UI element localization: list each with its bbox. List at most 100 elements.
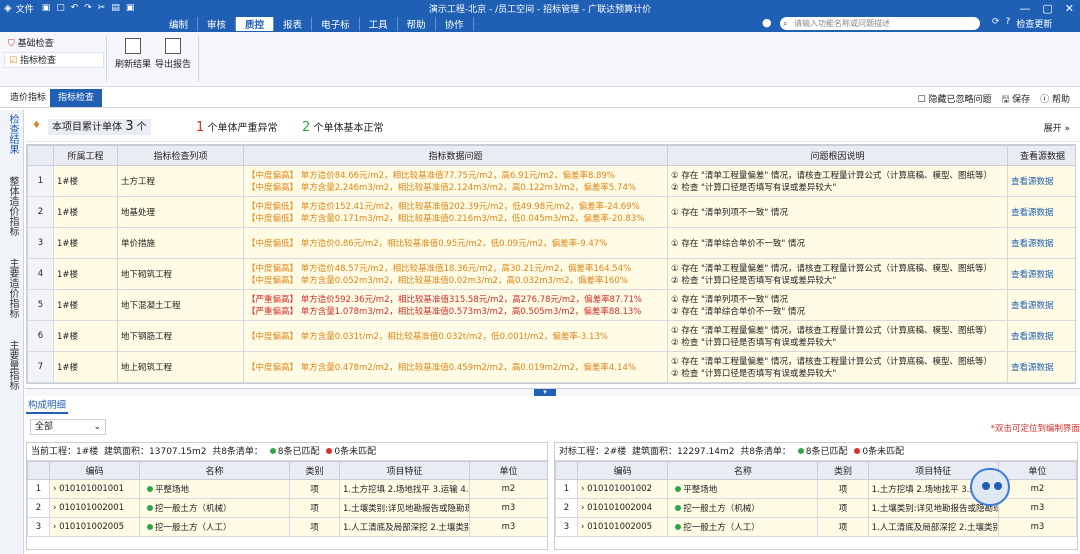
index-check-item[interactable]: ☑ 指标检查	[4, 52, 104, 68]
view-source-link[interactable]: 查看源数据	[1007, 351, 1075, 383]
type-cell: 项	[817, 517, 869, 537]
list-row[interactable]: 2 › 010101002001 挖一般土方（机械） 项 1.土壤类别:详见地勘报告或隐…	[27, 498, 547, 518]
save-button[interactable]: 🖫 保存	[1002, 92, 1031, 108]
menu-bar: 编制 审核 质控 报表 电子标 工具 帮助 协作	[160, 16, 474, 32]
project-cell[interactable]: 1#楼	[53, 258, 118, 290]
tab-bar: 造价指标 指标检查 ☐ 隐藏已忽略问题 🖫 保存 ⓘ 帮助	[0, 88, 1080, 108]
sidebar-item-overall-cost[interactable]: 整体造价指标	[0, 172, 25, 240]
project-cell[interactable]: 1#楼	[53, 227, 118, 259]
col-header-index	[27, 145, 54, 166]
sidebar-item-main-quantity[interactable]: 主要量指标	[0, 336, 25, 394]
window-controls: — ▢ ✕	[1019, 2, 1074, 15]
tab-cost-index[interactable]: 造价指标	[2, 89, 54, 107]
item-cell: 地下混凝土工程	[117, 289, 244, 321]
cause-cell: ① 存在 "清单列项不一致" 情况 ② 存在 "清单综合单价不一致" 情况	[667, 289, 1008, 321]
table-row[interactable]: 1 1#楼 土方工程 【中度偏高】 单方造价84.66元/m2，相比较基准值77.75…	[27, 165, 1075, 197]
matched-dot-icon	[675, 524, 682, 530]
table-row[interactable]: 5 1#楼 地下混凝土工程 【严重偏高】 单方造价592.36元/m2，相比较基准值3…	[27, 289, 1075, 321]
search-input[interactable]: ⌕ 请输入功能名称或问题描述	[780, 17, 980, 30]
assistant-robot-icon[interactable]	[970, 468, 1010, 506]
list-row[interactable]: 3 › 010101002005 挖一般土方（人工） 项 1.人工清底及局部深挖 2.土…	[555, 517, 1077, 537]
filter-select[interactable]: 全部 ⌄	[30, 419, 106, 435]
export-report-button[interactable]: 导出报告	[150, 38, 196, 70]
matched-dot-icon	[147, 524, 153, 530]
cause-line: ② 检查 "计算口径是否填写有误或差异较大"	[671, 338, 837, 348]
table-row[interactable]: 4 1#楼 地下砌筑工程 【中度偏高】 单方造价48.57元/m2，相比较基准值18.…	[27, 258, 1075, 290]
view-source-link[interactable]: 查看源数据	[1007, 196, 1075, 228]
menu-bangzhu[interactable]: 帮助	[398, 17, 436, 31]
view-source-link[interactable]: 查看源数据	[1007, 227, 1075, 259]
menu-dianzibiao[interactable]: 电子标	[312, 17, 360, 31]
type-cell: 项	[289, 517, 340, 537]
menu-gongju[interactable]: 工具	[360, 17, 398, 31]
row-index: 1	[27, 479, 50, 499]
maximize-icon[interactable]: ▢	[1042, 2, 1052, 15]
tab-index-check[interactable]: 指标检查	[50, 89, 103, 107]
col-header-source: 查看源数据	[1007, 145, 1075, 166]
col-header-unit: 单位	[997, 461, 1077, 480]
cause-line: ② 检查 "计算口径是否填写有误或差异较大"	[671, 369, 837, 379]
chevron-down-icon: ⌄	[93, 422, 101, 432]
unmatched-dot-icon	[854, 448, 861, 454]
view-source-link[interactable]: 查看源数据	[1007, 165, 1075, 197]
help-icon[interactable]: ?	[1006, 17, 1011, 30]
menu-baobiao[interactable]: 报表	[274, 17, 313, 31]
view-source-link[interactable]: 查看源数据	[1007, 258, 1075, 290]
list-row[interactable]: 1 › 010101001001 平整场地 项 1.土方挖填 2.场地找平 3.运输 4…	[27, 479, 547, 499]
expand-button[interactable]: 展开 »	[1044, 121, 1070, 134]
collapse-icon[interactable]: ▾	[534, 389, 556, 396]
refresh-icon[interactable]: ⟳	[992, 17, 1000, 30]
name-cell: 平整场地	[667, 479, 819, 499]
project-cell[interactable]: 1#楼	[53, 289, 118, 321]
cell-text: 1	[563, 484, 570, 494]
project-cell[interactable]: 1#楼	[53, 165, 118, 197]
project-cell[interactable]: 1#楼	[53, 196, 118, 228]
sidebar-item-main-cost[interactable]: 主要造价指标	[0, 254, 25, 322]
data-issue-line: 【中度偏高】 单方含量0.478m2/m2，相比较基准值0.459m2/m2，高…	[247, 363, 636, 373]
check-update-button[interactable]: 检查更新	[1016, 17, 1052, 30]
row-index: 2	[555, 498, 579, 518]
col-header-data-issue[interactable]: 指标数据问题	[243, 145, 668, 166]
cell-text: 挖一般土方（机械）	[155, 504, 232, 514]
menu-xiezuo[interactable]: 协作	[436, 17, 474, 31]
user-icon[interactable]: ●	[762, 16, 772, 29]
list-row[interactable]: 3 › 010101002005 挖一般土方（人工） 项 1.人工清底及局部深挖 2.土…	[27, 517, 547, 537]
data-issue-cell: 【中度偏高】 单方含量0.478m2/m2，相比较基准值0.459m2/m2，高…	[243, 351, 668, 383]
basic-check-item[interactable]: ⛉ 基础检查	[4, 36, 104, 52]
menu-zhikong[interactable]: 质控	[236, 17, 275, 31]
table-row[interactable]: 7 1#楼 地上砌筑工程 【中度偏高】 单方含量0.478m2/m2，相比较基准值0.…	[27, 351, 1075, 383]
project-cell[interactable]: 1#楼	[53, 351, 118, 383]
panel-splitter[interactable]: ▾	[26, 388, 1080, 396]
menu-bianzhi[interactable]: 编制	[160, 17, 199, 31]
menu-shenhe[interactable]: 审核	[198, 17, 237, 31]
item-cell: 单价措施	[117, 227, 244, 259]
col-header-feature: 项目特征	[339, 461, 470, 480]
table-row[interactable]: 2 1#楼 地基处理 【中度偏低】 单方造价152.41元/m2，相比较基准值202.…	[27, 196, 1075, 228]
detail-tab[interactable]: 构成明细	[26, 397, 69, 414]
shield-icon: ⛉	[8, 39, 15, 49]
cell-text: 挖一般土方（机械）	[683, 504, 760, 514]
cell-text: 平整场地	[155, 485, 190, 495]
data-issue-cell: 【中度偏高】 单方造价84.66元/m2，相比较基准值77.75元/m2，高6.…	[243, 165, 668, 197]
hide-ignored-checkbox[interactable]: ☐ 隐藏已忽略问题	[918, 92, 992, 108]
cause-cell: ① 存在 "清单工程量偏差" 情况，请核查工程量计算公式（计算底稿、模型、图纸等…	[667, 165, 1008, 197]
view-source-link[interactable]: 查看源数据	[1007, 289, 1075, 321]
cell-text: m2	[501, 484, 516, 494]
minimize-icon[interactable]: —	[1019, 2, 1030, 15]
project-cell[interactable]: 1#楼	[53, 320, 118, 352]
sidebar-item-check-results[interactable]: 检查结果	[0, 110, 25, 158]
close-icon[interactable]: ✕	[1065, 2, 1074, 15]
data-issue-cell: 【中度偏高】 单方造价48.57元/m2，相比较基准值18.36元/m2，高30…	[243, 258, 668, 290]
data-issue-line: 【中度偏高】 单方含量2.246m3/m2，相比较基准值2.124m3/m2，高…	[247, 183, 636, 193]
view-source-link[interactable]: 查看源数据	[1007, 320, 1075, 352]
feature-cell: 1.土方挖填 2.场地找平 3.运输 4....	[339, 479, 470, 499]
help-button[interactable]: ⓘ 帮助	[1040, 92, 1070, 108]
severe-units: 1 个单体严重异常	[196, 120, 278, 135]
table-row[interactable]: 6 1#楼 地下钢筋工程 【中度偏高】 单方含量0.031t/m2，相比较基准值0.0…	[27, 320, 1075, 352]
col-header-code: 编码	[577, 461, 669, 480]
tab-right-tools: ☐ 隐藏已忽略问题 🖫 保存 ⓘ 帮助	[918, 92, 1070, 108]
cause-line: ② 检查 "计算口径是否填写有误或差异较大"	[671, 183, 837, 193]
col-header-type: 类别	[817, 461, 869, 480]
col-header-project[interactable]: 所属工程	[53, 145, 118, 166]
table-row[interactable]: 3 1#楼 单价措施 【中度偏低】 单方造价0.86元/m2，相比较基准值0.95元/…	[27, 227, 1075, 259]
